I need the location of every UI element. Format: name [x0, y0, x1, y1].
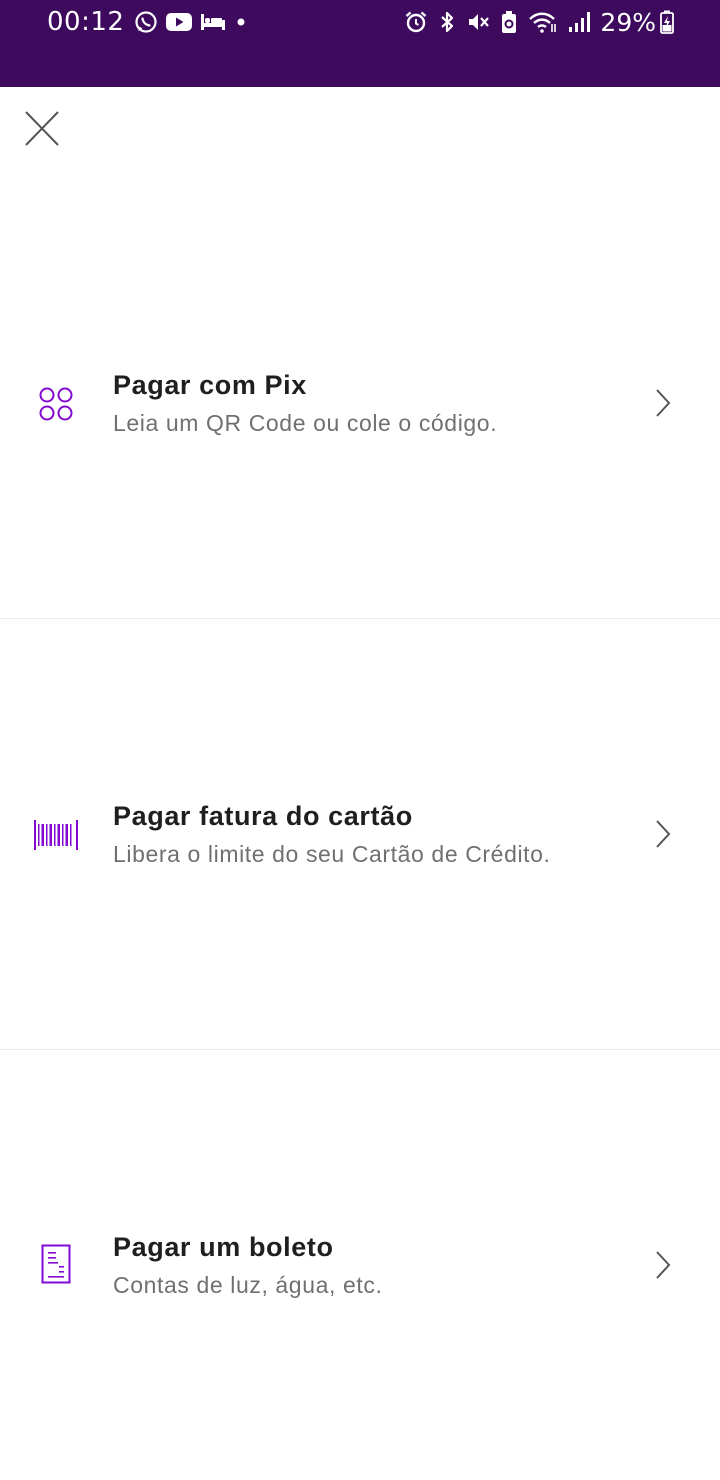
- pix-icon: [34, 382, 78, 426]
- option-pay-card-bill[interactable]: Pagar fatura do cartão Libera o limite d…: [0, 619, 720, 1049]
- sleep-mode-icon: [200, 12, 226, 32]
- barcode-icon: [34, 813, 78, 857]
- status-time: 00:12: [47, 7, 125, 37]
- status-bar-right: 29%: [404, 7, 674, 37]
- chevron-right-icon: [654, 819, 672, 849]
- bluetooth-icon: [438, 10, 456, 34]
- close-icon: [24, 111, 60, 152]
- boleto-icon: [34, 1242, 78, 1286]
- signal-icon: [568, 10, 591, 34]
- option-pay-boleto[interactable]: Pagar um boleto Contas de luz, água, etc…: [0, 1050, 720, 1480]
- option-subtitle: Leia um QR Code ou cole o código.: [113, 410, 498, 436]
- battery-charging-icon: [660, 10, 674, 34]
- alarm-icon: [404, 10, 428, 34]
- option-subtitle: Libera o limite do seu Cartão de Crédito…: [113, 841, 551, 867]
- option-pay-with-pix[interactable]: Pagar com Pix Leia um QR Code ou cole o …: [0, 188, 720, 618]
- status-bar-left: 00:12: [47, 7, 256, 37]
- option-title: Pagar fatura do cartão: [113, 801, 413, 831]
- battery-saver-icon: [500, 10, 518, 34]
- status-bar: 00:12 29%: [0, 0, 720, 87]
- chevron-right-icon: [654, 1250, 672, 1280]
- close-button[interactable]: [24, 110, 60, 148]
- battery-percent: 29%: [600, 7, 656, 37]
- notification-dot-icon: [234, 15, 248, 29]
- youtube-icon: [166, 12, 193, 32]
- whatsapp-icon: [134, 10, 158, 34]
- vibrate-mute-icon: [466, 10, 490, 34]
- option-subtitle: Contas de luz, água, etc.: [113, 1272, 383, 1298]
- option-title: Pagar um boleto: [113, 1232, 334, 1262]
- option-title: Pagar com Pix: [113, 370, 307, 400]
- wifi-icon: [528, 10, 558, 34]
- chevron-right-icon: [654, 388, 672, 418]
